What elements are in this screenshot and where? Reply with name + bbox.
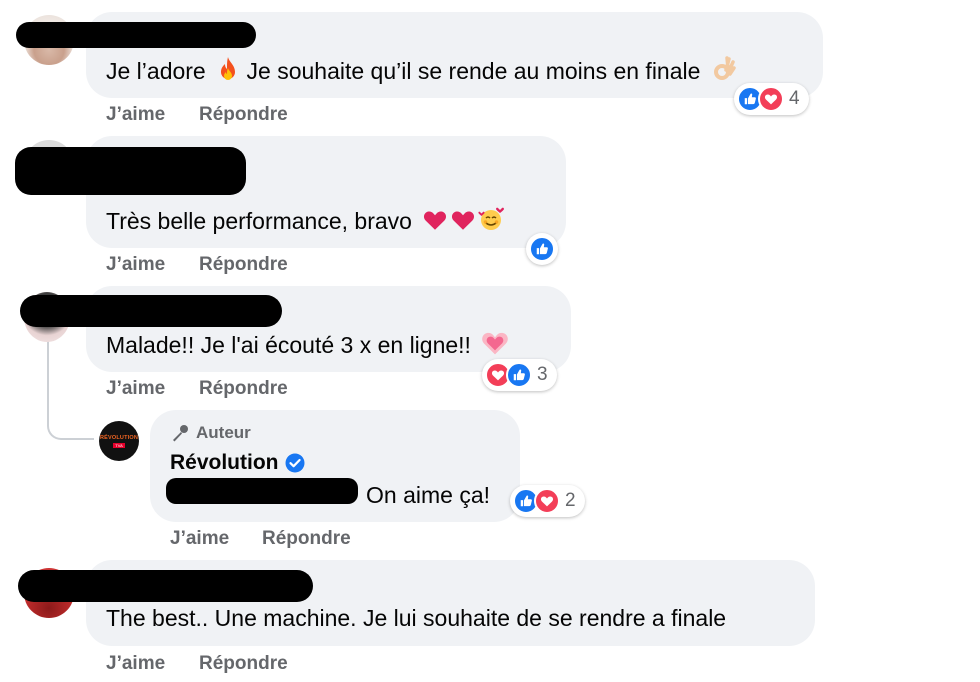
page-avatar-sub-text: TVA xyxy=(113,442,125,448)
reply-author-name[interactable]: Révolution xyxy=(170,451,279,475)
love-reaction-icon xyxy=(534,488,560,514)
comment-text: Je l’adore Je souhaite qu’il se rende au… xyxy=(106,56,737,88)
comment-text-part-1: Je l’adore xyxy=(106,58,206,84)
reaction-summary[interactable] xyxy=(526,233,558,265)
comment-text: Très belle performance, bravo xyxy=(106,206,505,238)
author-badge: Auteur xyxy=(170,423,251,443)
reply-author-row: Révolution xyxy=(170,451,305,475)
comment-text-part-1: Très belle performance, bravo xyxy=(106,208,412,234)
like-button[interactable]: J’aime xyxy=(170,528,229,550)
like-button[interactable]: J’aime xyxy=(106,104,165,126)
page-avatar[interactable]: RÉVOLUTION TVA xyxy=(99,421,139,461)
redacted-mention xyxy=(166,478,358,504)
reply-button[interactable]: Répondre xyxy=(262,528,351,550)
reply-button[interactable]: Répondre xyxy=(199,653,288,675)
reaction-summary[interactable]: 2 xyxy=(510,485,585,517)
redacted-author-name xyxy=(15,147,246,195)
reply-text: On aime ça! xyxy=(366,482,490,508)
like-reaction-icon xyxy=(506,362,532,388)
red-heart-emoji-icon xyxy=(422,208,448,238)
reply-button[interactable]: Répondre xyxy=(199,254,288,276)
reaction-summary[interactable]: 3 xyxy=(482,359,557,391)
red-heart-emoji-icon xyxy=(450,208,476,238)
reaction-count: 4 xyxy=(789,88,800,109)
comment-text-part-2: Je souhaite qu’il se rende au moins en f… xyxy=(246,58,701,84)
growing-heart-emoji-icon xyxy=(481,330,509,362)
reaction-count: 3 xyxy=(537,364,548,385)
microphone-icon xyxy=(170,423,190,443)
reply-button[interactable]: Répondre xyxy=(199,378,288,400)
comment-text: Malade!! Je l'ai écouté 3 x en ligne!! xyxy=(106,330,509,362)
like-button[interactable]: J’aime xyxy=(106,254,165,276)
reaction-count: 2 xyxy=(565,490,576,511)
verified-badge-icon xyxy=(285,453,305,473)
ok-hand-emoji-icon xyxy=(711,56,737,88)
love-reaction-icon xyxy=(758,86,784,112)
like-button[interactable]: J’aime xyxy=(106,653,165,675)
like-reaction-icon xyxy=(529,236,555,262)
page-avatar-logo-text: RÉVOLUTION xyxy=(99,434,139,441)
redacted-author-name xyxy=(20,295,282,327)
reply-button[interactable]: Répondre xyxy=(199,104,288,126)
redacted-author-name xyxy=(18,570,313,602)
reaction-summary[interactable]: 4 xyxy=(734,83,809,115)
smiling-face-with-hearts-emoji-icon xyxy=(478,206,505,238)
comment-text-part-1: Malade!! Je l'ai écouté 3 x en ligne!! xyxy=(106,332,471,358)
comment-text: The best.. Une machine. Je lui souhaite … xyxy=(106,605,727,631)
author-badge-label: Auteur xyxy=(196,423,251,442)
fire-emoji-icon xyxy=(216,56,240,88)
redacted-author-name xyxy=(16,22,256,48)
like-button[interactable]: J’aime xyxy=(106,378,165,400)
